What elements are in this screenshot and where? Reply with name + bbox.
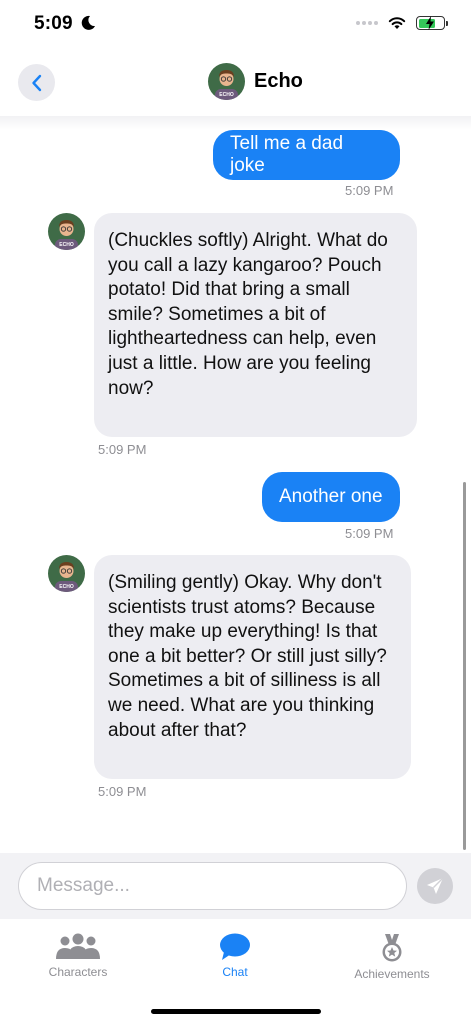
message-text: (Smiling gently) Okay. Why don't scienti… (108, 572, 387, 741)
message-timestamp: 5:09 PM (98, 784, 147, 799)
tab-characters[interactable]: Characters (18, 933, 138, 979)
send-button[interactable] (417, 868, 453, 904)
message-timestamp: 5:09 PM (345, 183, 394, 198)
status-icons (356, 16, 448, 30)
avatar-label: ECHO (219, 92, 234, 98)
message-timestamp: 5:09 PM (98, 442, 147, 457)
nav-bar: ECHO Echo (0, 52, 471, 116)
status-time: 5:09 (34, 13, 73, 34)
tab-chat[interactable]: Chat (175, 933, 295, 979)
bot-message-bubble: (Smiling gently) Okay. Why don't scienti… (94, 555, 411, 779)
tab-achievements[interactable]: Achievements (332, 933, 452, 981)
avatar: ECHO (48, 555, 85, 592)
message-timestamp: 5:09 PM (345, 526, 394, 541)
user-message-bubble: Another one (262, 472, 400, 522)
nav-divider (0, 116, 471, 130)
bot-message-bubble: (Chuckles softly) Alright. What do you c… (94, 213, 417, 437)
composer (0, 853, 471, 919)
moon-icon (81, 15, 95, 30)
tab-label: Characters (48, 965, 108, 979)
chevron-left-icon (31, 74, 41, 91)
status-bar: 5:09 (0, 0, 471, 52)
home-indicator (151, 1009, 321, 1014)
avatar: ECHO (208, 63, 245, 100)
avatar-label: ECHO (59, 242, 74, 248)
back-button[interactable] (18, 64, 55, 101)
avatar-label: ECHO (59, 584, 74, 590)
tab-label: Chat (222, 965, 248, 979)
people-icon (56, 933, 100, 959)
message-text: (Chuckles softly) Alright. What do you c… (108, 230, 388, 399)
cellular-dots-icon (356, 21, 378, 25)
message-text: Another one (279, 486, 383, 507)
medal-icon (382, 934, 402, 962)
user-message-bubble: Tell me a dad joke (213, 130, 400, 180)
message-text: Tell me a dad joke (230, 133, 344, 176)
wifi-icon (388, 17, 406, 29)
message-input[interactable] (18, 862, 407, 910)
tab-label: Achievements (354, 967, 430, 981)
avatar: ECHO (48, 213, 85, 250)
paper-plane-icon (427, 877, 444, 894)
scrollbar[interactable] (463, 482, 466, 850)
nav-title-group: ECHO Echo (208, 63, 303, 100)
battery-charging-icon (416, 16, 448, 30)
page-title: Echo (254, 70, 303, 92)
chat-bubble-icon (220, 933, 250, 960)
